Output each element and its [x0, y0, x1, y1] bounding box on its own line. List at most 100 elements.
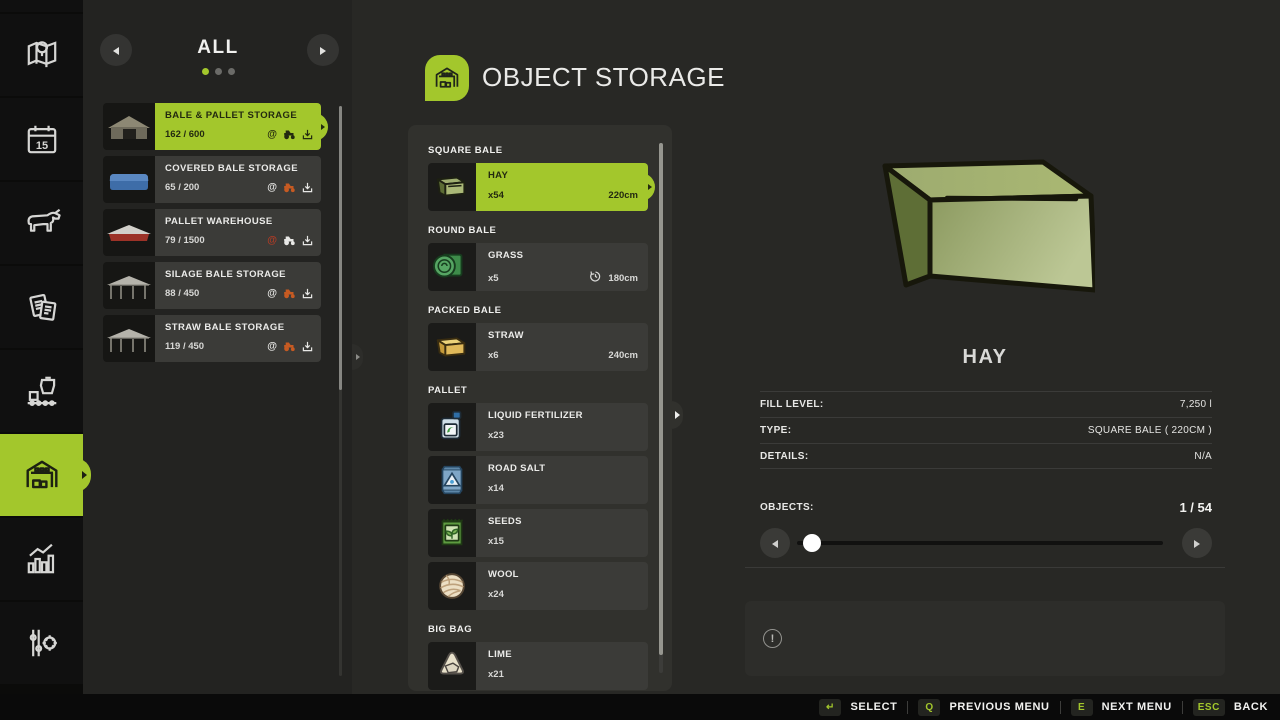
object-count: x23: [488, 430, 504, 441]
unload-icon: [302, 182, 313, 193]
sidebar-item-contracts[interactable]: [0, 266, 83, 348]
section-label: PACKED BALE: [428, 305, 672, 316]
stored-object-item[interactable]: SEEDSx15: [428, 509, 648, 557]
production-icon: [20, 369, 64, 413]
object-name: GRASS: [488, 250, 638, 261]
key-hint: ↵SELECT: [819, 699, 897, 716]
stored-object-item[interactable]: ROAD SALTx14: [428, 456, 648, 504]
fermentation-timer-icon: [589, 270, 602, 286]
tractor-icon: [283, 235, 296, 246]
fertilizer-icon: [428, 403, 476, 451]
object-name: HAY: [488, 170, 638, 181]
building-thumbnail: [103, 156, 155, 203]
page-indicator: [84, 68, 352, 75]
building-capacity: 79 / 1500: [165, 235, 205, 246]
sidebar-item-map[interactable]: [0, 14, 83, 96]
straw-icon: [428, 323, 476, 371]
object-name: STRAW: [488, 330, 638, 341]
hint-divider: [1182, 701, 1183, 714]
buildings-scrollbar[interactable]: [339, 106, 342, 676]
objects-scrollbar[interactable]: [659, 143, 663, 673]
hint-divider: [1060, 701, 1061, 714]
key-hint: ESCBACK: [1193, 699, 1268, 716]
stored-object-item[interactable]: STRAW x6 240cm: [428, 323, 648, 371]
hay-icon: [428, 163, 476, 211]
contracts-icon: [20, 285, 64, 329]
building-thumbnail: [103, 262, 155, 309]
object-count: x21: [488, 669, 504, 680]
tractor-icon: [283, 288, 296, 299]
keycap: ↵: [819, 699, 841, 716]
stored-object-item[interactable]: LIQUID FERTILIZER x23: [428, 403, 648, 451]
object-name: LIME: [488, 649, 638, 660]
section-label: PALLET: [428, 385, 672, 396]
storage-building-item[interactable]: BALE & PALLET STORAGE162 / 600@: [103, 103, 321, 150]
separator: [745, 567, 1225, 568]
storage-building-item[interactable]: COVERED BALE STORAGE65 / 200@: [103, 156, 321, 203]
objects-row: OBJECTS: 1 / 54: [760, 500, 1212, 515]
seeds-icon: [428, 509, 476, 557]
page-title: OBJECT STORAGE: [482, 62, 725, 93]
objects-count: 1 / 54: [1179, 500, 1212, 515]
slider-next-button[interactable]: [1182, 528, 1212, 558]
wool-icon: [428, 562, 476, 610]
sidebar-stub: [0, 0, 83, 12]
storage-building-item[interactable]: STRAW BALE STORAGE119 / 450@: [103, 315, 321, 362]
detail-row: DETAILS: N/A: [760, 443, 1212, 469]
roadsalt-icon: [428, 456, 476, 504]
next-category-button[interactable]: [307, 34, 339, 66]
sidebar-item-calendar[interactable]: 15: [0, 98, 83, 180]
object-size: 240cm: [608, 350, 638, 361]
object-size: 180cm: [608, 273, 638, 284]
stored-object-item[interactable]: WOOLx24: [428, 562, 648, 610]
statistics-icon: [20, 537, 64, 581]
tractor-icon: [283, 129, 296, 140]
sidebar-item-production[interactable]: [0, 350, 83, 432]
collapse-panel-arrow[interactable]: [352, 344, 363, 370]
sidebar-item-statistics[interactable]: [0, 518, 83, 600]
page-dot: [202, 68, 209, 75]
slider-track[interactable]: [797, 541, 1163, 545]
storage-building-item[interactable]: SILAGE BALE STORAGE88 / 450@: [103, 262, 321, 309]
map-icon: [20, 33, 64, 77]
right-arrow-icon: [320, 47, 326, 55]
alert-icon: !: [763, 629, 782, 648]
hint-divider: [907, 701, 908, 714]
detail-value: SQUARE BALE ( 220CM ): [1088, 425, 1212, 436]
slider-prev-button[interactable]: [760, 528, 790, 558]
key-hint-label: PREVIOUS MENU: [949, 701, 1049, 713]
building-name: COVERED BALE STORAGE: [165, 163, 313, 174]
object-name: LIQUID FERTILIZER: [488, 410, 638, 421]
tag-icon: @: [267, 342, 277, 352]
sidebar-item-animals[interactable]: [0, 182, 83, 264]
sidebar: 15: [0, 0, 83, 694]
stored-object-item[interactable]: HAY x54 220cm: [428, 163, 648, 211]
info-box: !: [745, 601, 1225, 676]
key-hint: ENEXT MENU: [1071, 699, 1172, 716]
building-name: PALLET WAREHOUSE: [165, 216, 313, 227]
detail-label: DETAILS:: [760, 451, 809, 462]
keycap: Q: [918, 699, 940, 716]
stored-object-item[interactable]: LIME x21: [428, 642, 648, 690]
key-hint-label: BACK: [1234, 701, 1268, 713]
sidebar-item-settings[interactable]: [0, 602, 83, 684]
building-thumbnail: [103, 103, 155, 150]
unload-icon: [302, 341, 313, 352]
stored-object-item[interactable]: GRASSx5180cm: [428, 243, 648, 291]
expand-panel-arrow[interactable]: [671, 401, 683, 429]
svg-text:15: 15: [35, 140, 47, 152]
sidebar-item-storage[interactable]: [0, 434, 83, 516]
storage-building-item[interactable]: PALLET WAREHOUSE79 / 1500@: [103, 209, 321, 256]
object-count: x6: [488, 350, 499, 361]
building-thumbnail: [103, 315, 155, 362]
object-count: x24: [488, 589, 504, 600]
detail-label: TYPE:: [760, 425, 791, 436]
detail-value: N/A: [1194, 451, 1212, 462]
object-count: x54: [488, 190, 504, 201]
selected-object-title: HAY: [745, 346, 1225, 369]
object-size: 220cm: [608, 190, 638, 201]
calendar-icon: 15: [20, 117, 64, 161]
slider-thumb[interactable]: [803, 534, 821, 552]
unload-icon: [302, 288, 313, 299]
detail-value: 7,250 l: [1180, 399, 1212, 410]
